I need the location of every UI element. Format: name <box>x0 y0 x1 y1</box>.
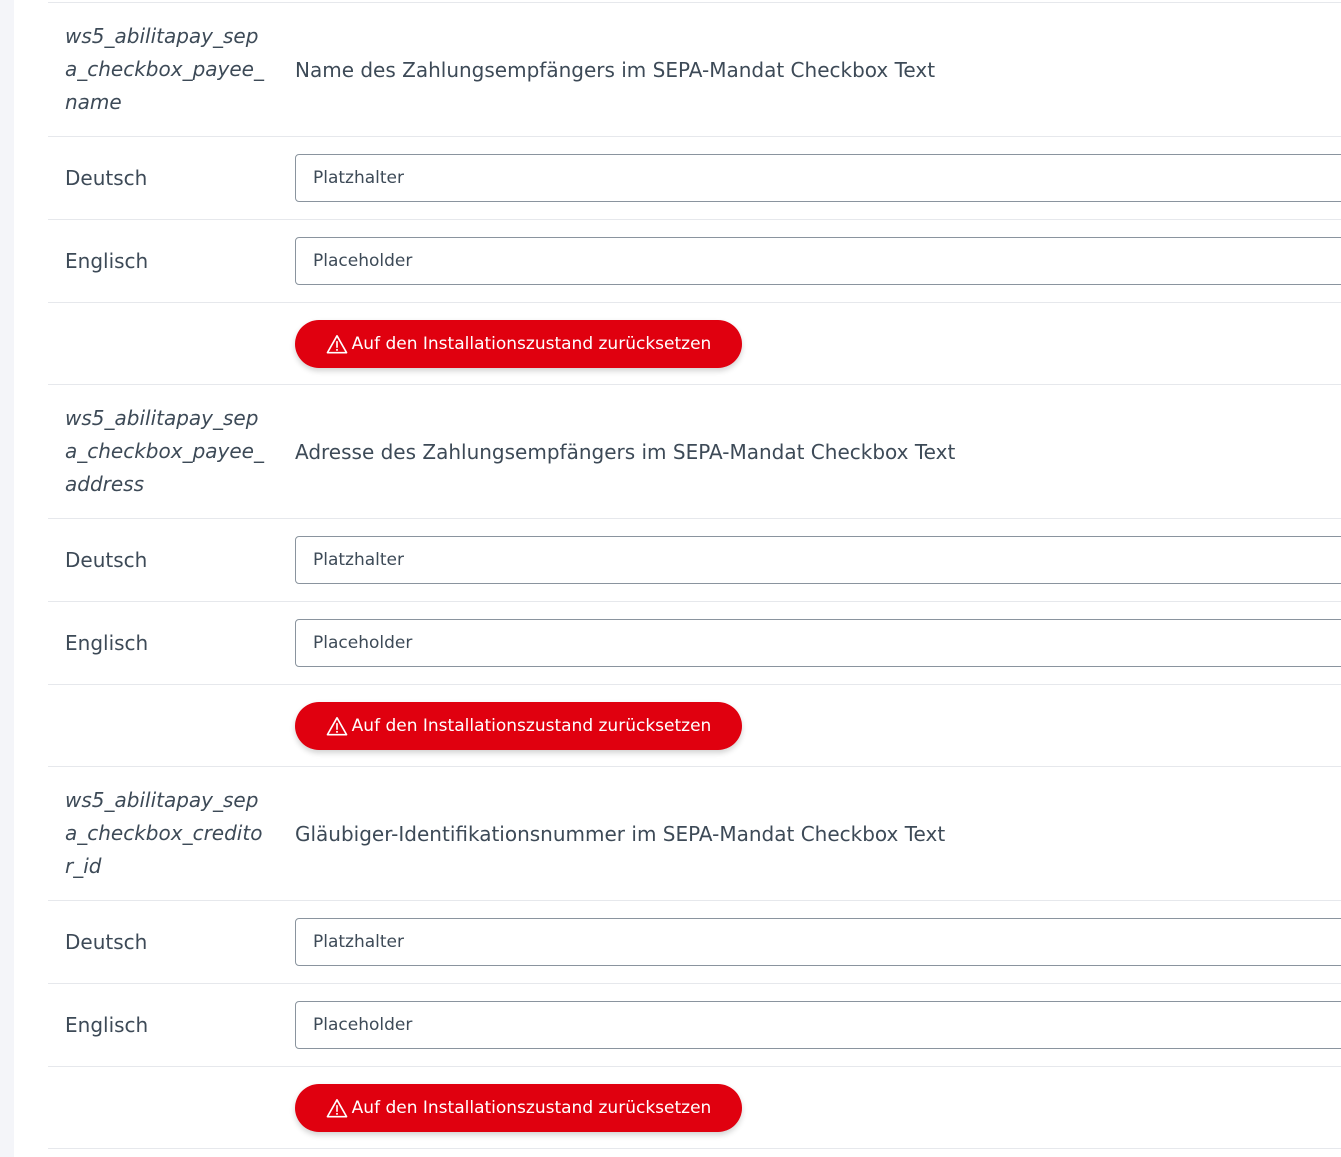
translation-input-englisch[interactable] <box>295 237 1341 285</box>
setting-row-creditor-id: ws5_abilitapay_sepa_checkbox_creditor_id… <box>48 767 1341 901</box>
warning-triangle-icon <box>326 716 348 735</box>
reset-button[interactable]: Auf den Installationszustand zurücksetze… <box>295 1083 742 1132</box>
language-row-deutsch: Deutsch <box>48 901 1341 984</box>
translation-input-deutsch[interactable] <box>295 536 1341 584</box>
language-label: Deutsch <box>65 548 148 572</box>
reset-row: Auf den Installationszustand zurücksetze… <box>48 1067 1341 1149</box>
language-row-englisch: Englisch <box>48 220 1341 303</box>
reset-button[interactable]: Auf den Installationszustand zurücksetze… <box>295 701 742 750</box>
language-label: Englisch <box>65 1013 149 1037</box>
setting-key: ws5_abilitapay_sepa_checkbox_payee_name <box>65 24 264 114</box>
left-rail <box>0 0 14 1157</box>
language-label: Deutsch <box>65 930 148 954</box>
reset-button-label: Auf den Installationszustand zurücksetze… <box>351 715 712 736</box>
setting-description: Gläubiger-Identifikationsnummer im SEPA-… <box>295 821 946 846</box>
reset-row: Auf den Installationszustand zurücksetze… <box>48 685 1341 767</box>
settings-panel: ws5_abilitapay_sepa_checkbox_payee_name … <box>48 2 1341 1149</box>
setting-description: Name des Zahlungsempfängers im SEPA-Mand… <box>295 57 936 82</box>
language-label: Englisch <box>65 631 149 655</box>
setting-row-payee-address: ws5_abilitapay_sepa_checkbox_payee_addre… <box>48 385 1341 519</box>
setting-row-payee-name: ws5_abilitapay_sepa_checkbox_payee_name … <box>48 3 1341 137</box>
reset-button[interactable]: Auf den Installationszustand zurücksetze… <box>295 319 742 368</box>
language-row-deutsch: Deutsch <box>48 137 1341 220</box>
translation-input-englisch[interactable] <box>295 619 1341 667</box>
language-row-englisch: Englisch <box>48 984 1341 1067</box>
warning-triangle-icon <box>326 1098 348 1117</box>
language-label: Deutsch <box>65 166 148 190</box>
setting-key: ws5_abilitapay_sepa_checkbox_creditor_id <box>65 788 263 878</box>
translation-input-englisch[interactable] <box>295 1001 1341 1049</box>
setting-key: ws5_abilitapay_sepa_checkbox_payee_addre… <box>65 406 264 496</box>
language-row-deutsch: Deutsch <box>48 519 1341 602</box>
warning-triangle-icon <box>326 334 348 353</box>
setting-description: Adresse des Zahlungsempfängers im SEPA-M… <box>295 439 956 464</box>
translation-input-deutsch[interactable] <box>295 154 1341 202</box>
translation-input-deutsch[interactable] <box>295 918 1341 966</box>
language-row-englisch: Englisch <box>48 602 1341 685</box>
language-label: Englisch <box>65 249 149 273</box>
reset-button-label: Auf den Installationszustand zurücksetze… <box>351 333 712 354</box>
reset-row: Auf den Installationszustand zurücksetze… <box>48 303 1341 385</box>
reset-button-label: Auf den Installationszustand zurücksetze… <box>351 1097 712 1118</box>
